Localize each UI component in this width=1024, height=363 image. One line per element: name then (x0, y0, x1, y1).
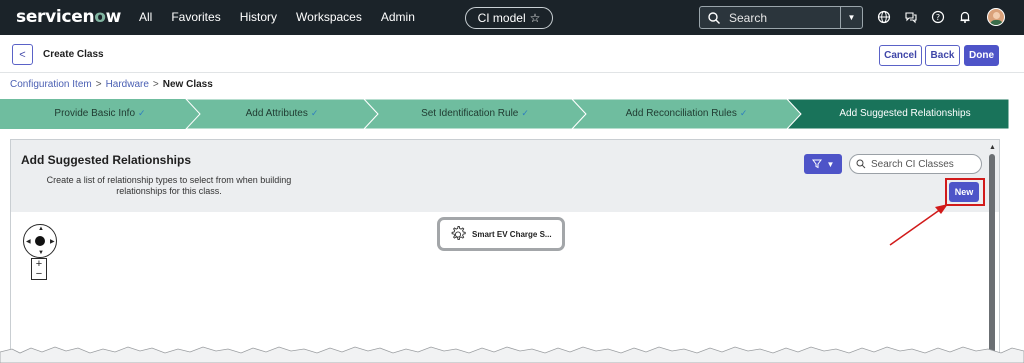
nav-links: All Favorites History Workspaces Admin (139, 10, 434, 24)
relationships-panel: Add Suggested Relationships Create a lis… (10, 139, 1000, 363)
pan-center-icon[interactable] (35, 236, 45, 246)
check-icon: ✓ (739, 108, 748, 118)
check-icon: ✓ (310, 108, 319, 118)
globe-icon[interactable] (877, 10, 891, 24)
panel-title: Add Suggested Relationships (21, 153, 192, 167)
step-add-reconciliation-rules[interactable]: Add Reconciliation Rules ✓ (586, 108, 787, 119)
zoom-control: + − (31, 258, 47, 280)
nav-all[interactable]: All (139, 10, 152, 24)
torn-edge (0, 346, 1024, 363)
chevron-down-icon[interactable]: ▼ (840, 7, 862, 28)
user-avatar[interactable] (987, 8, 1005, 26)
ci-class-search[interactable]: Search CI Classes (849, 154, 982, 174)
new-button[interactable]: New (949, 182, 979, 202)
breadcrumb-configuration-item[interactable]: Configuration Item (10, 79, 92, 90)
class-node-label: Smart EV Charge S... (472, 229, 552, 239)
step-provide-basic-info[interactable]: Provide Basic Info ✓ (20, 108, 180, 119)
pan-right-icon[interactable]: ▶ (50, 238, 55, 245)
chevron-down-icon: ▼ (826, 159, 835, 169)
top-nav: servicenow All Favorites History Workspa… (0, 0, 1024, 35)
step-add-attributes[interactable]: Add Attributes ✓ (200, 108, 364, 119)
pan-up-icon[interactable]: ▲ (38, 226, 44, 232)
done-button[interactable]: Done (964, 45, 999, 66)
page-title: Create Class (43, 49, 104, 60)
chevron-left-icon: < (19, 48, 26, 61)
chat-icon[interactable] (904, 10, 918, 24)
scrollbar[interactable] (989, 154, 995, 363)
filter-icon (811, 159, 822, 169)
svg-text:?: ? (936, 13, 940, 22)
nav-workspaces[interactable]: Workspaces (296, 10, 362, 24)
pan-left-icon[interactable]: ◀ (26, 238, 31, 245)
help-icon[interactable]: ? (931, 10, 945, 24)
wizard-stepper: Provide Basic Info ✓ Add Attributes ✓ Set … (0, 99, 1009, 129)
nav-admin[interactable]: Admin (381, 10, 415, 24)
breadcrumb: Configuration Item > Hardware > New Clas… (10, 79, 213, 90)
search-icon (708, 11, 720, 24)
breadcrumb-separator: > (152, 79, 159, 90)
annotation-arrow (889, 204, 948, 246)
nav-favorites[interactable]: Favorites (171, 10, 220, 24)
bell-icon[interactable] (958, 10, 972, 24)
check-icon: ✓ (138, 108, 146, 118)
context-pill[interactable]: CI model ☆ (465, 7, 553, 29)
global-search[interactable]: Search ▼ (699, 6, 863, 29)
step-label: Add Attributes (245, 108, 308, 119)
zoom-out-button[interactable]: − (32, 269, 46, 280)
back-arrow-button[interactable]: < (12, 44, 33, 65)
step-label: Set Identification Rule (421, 108, 519, 119)
page-header: < Create Class Cancel Back Done (0, 35, 1024, 73)
gear-icon (451, 226, 466, 241)
servicenow-logo[interactable]: servicenow (16, 7, 121, 27)
filter-button[interactable]: ▼ (804, 154, 842, 174)
star-icon[interactable]: ☆ (530, 11, 541, 25)
step-set-identification-rule[interactable]: Set Identification Rule ✓ (378, 108, 572, 119)
context-pill-label: CI model (477, 11, 526, 25)
step-label: Add Suggested Relationships (839, 108, 971, 119)
pan-control[interactable]: ▲ ▼ ◀ ▶ (23, 224, 57, 258)
search-icon (856, 159, 866, 169)
breadcrumb-separator: > (95, 79, 102, 90)
panel-header: Add Suggested Relationships Create a lis… (11, 140, 999, 212)
nav-history[interactable]: History (240, 10, 277, 24)
breadcrumb-hardware[interactable]: Hardware (106, 79, 149, 90)
class-node[interactable]: Smart EV Charge S... (437, 217, 565, 251)
step-label: Add Reconciliation Rules (625, 108, 737, 119)
scroll-up-icon[interactable]: ▲ (989, 144, 996, 151)
panel-description: Create a list of relationship types to s… (46, 175, 292, 196)
pan-down-icon[interactable]: ▼ (38, 250, 44, 256)
global-search-input[interactable]: Search (729, 11, 767, 25)
ci-class-search-input[interactable]: Search CI Classes (871, 159, 954, 170)
breadcrumb-current: New Class (162, 79, 213, 90)
cancel-button[interactable]: Cancel (879, 45, 922, 66)
step-label: Provide Basic Info (54, 108, 136, 119)
check-icon: ✓ (521, 108, 529, 118)
back-button[interactable]: Back (925, 45, 960, 66)
step-add-suggested-relationships[interactable]: Add Suggested Relationships (801, 108, 1009, 119)
